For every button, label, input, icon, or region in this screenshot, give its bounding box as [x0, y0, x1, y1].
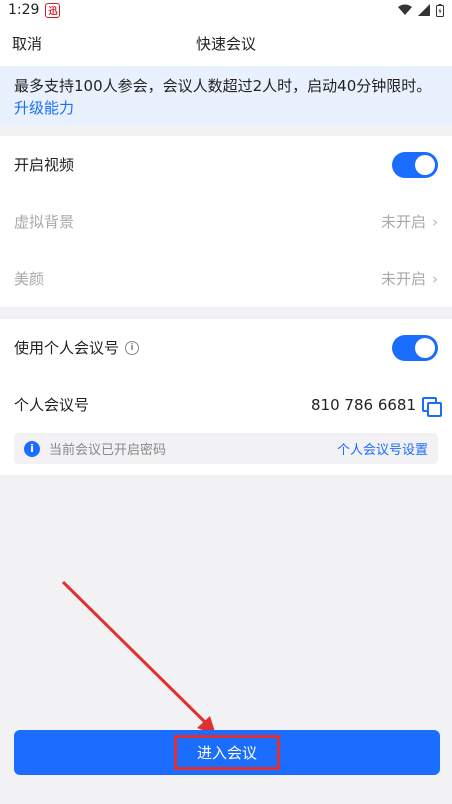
personal-id-toggle-row: 使用个人会议号 i	[0, 319, 452, 376]
beauty-value: 未开启	[380, 270, 426, 288]
signal-icon	[418, 4, 430, 16]
info-icon[interactable]: i	[125, 340, 140, 355]
personal-id-toggle-label: 使用个人会议号	[14, 339, 120, 357]
status-icons	[398, 3, 444, 17]
cancel-button[interactable]: 取消	[12, 33, 42, 54]
info-filled-icon: i	[24, 440, 40, 457]
copy-icon[interactable]	[422, 396, 442, 417]
password-notice-text: 当前会议已开启密码	[49, 443, 167, 458]
virtual-background-row[interactable]: 虚拟背景 未开启 ›	[0, 193, 452, 250]
chevron-right-icon: ›	[432, 269, 438, 288]
page-title: 快速会议	[195, 34, 256, 53]
app-badge-icon: 迅	[45, 2, 61, 18]
nav-bar: 取消 快速会议	[0, 20, 452, 66]
personal-id-value: 810 786 6681	[311, 395, 416, 414]
personal-id-label: 个人会议号	[14, 396, 90, 414]
limit-notice: 最多支持100人参会，会议人数超过2人时，启动40分钟限时。升级能力	[0, 66, 452, 126]
media-settings-section: 开启视频 虚拟背景 未开启 › 美颜 未开启 ›	[0, 136, 452, 307]
upgrade-link[interactable]: 升级能力	[14, 99, 74, 117]
chevron-right-icon: ›	[432, 212, 438, 231]
video-label: 开启视频	[14, 156, 75, 174]
meeting-id-section: 使用个人会议号 i 个人会议号 810 786 6681 i 当前会议已开启密码…	[0, 319, 452, 475]
beauty-label: 美颜	[14, 270, 45, 288]
notice-text: 最多支持100人参会，会议人数超过2人时，启动40分钟限时。	[14, 77, 432, 95]
personal-id-row: 个人会议号 810 786 6681	[0, 376, 452, 433]
video-row: 开启视频	[0, 136, 452, 193]
join-meeting-label: 进入会议	[173, 735, 281, 770]
virtual-background-label: 虚拟背景	[14, 213, 75, 231]
battery-icon	[436, 3, 444, 17]
status-time: 1:29	[8, 2, 40, 18]
password-notice: i 当前会议已开启密码 个人会议号设置	[14, 433, 438, 464]
beauty-row[interactable]: 美颜 未开启 ›	[0, 250, 452, 307]
personal-id-toggle[interactable]	[392, 334, 438, 361]
status-bar: 1:29 迅	[0, 0, 452, 20]
video-toggle[interactable]	[392, 151, 438, 178]
virtual-background-value: 未开启	[380, 213, 426, 231]
wifi-icon	[398, 4, 412, 15]
join-meeting-button[interactable]: 进入会议	[14, 730, 440, 775]
personal-id-settings-link[interactable]: 个人会议号设置	[337, 439, 428, 458]
